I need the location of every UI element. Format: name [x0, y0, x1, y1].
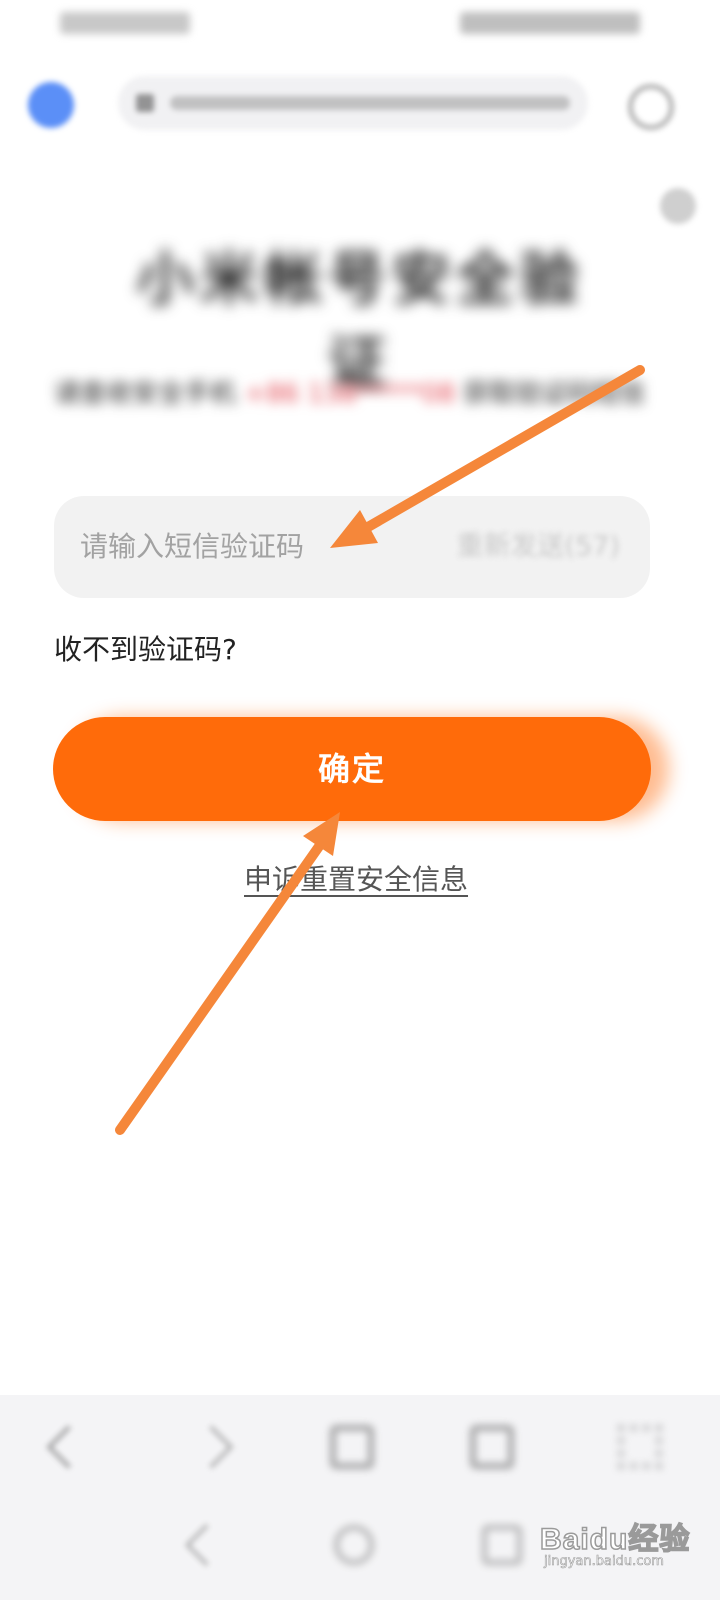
help-icon[interactable]	[660, 188, 696, 224]
resend-code-button[interactable]: 重新发送(57)	[457, 528, 620, 566]
verification-description: 请查收安全手机 +86 138*****08 获取验证码短信	[54, 368, 654, 420]
nav-home-icon[interactable]	[334, 1525, 374, 1565]
description-phone: +86 138*****08	[244, 379, 456, 409]
sms-code-input[interactable]: 请输入短信验证码 重新发送(57)	[54, 496, 650, 598]
menu-icon[interactable]	[618, 1425, 662, 1469]
back-icon[interactable]	[46, 1425, 90, 1469]
browser-logo-icon[interactable]	[28, 82, 74, 128]
home-icon[interactable]	[330, 1425, 374, 1469]
no-code-link[interactable]: 收不到验证码?	[54, 630, 237, 670]
watermark-logo: Baidu经验	[539, 1522, 691, 1557]
status-bar	[0, 0, 720, 50]
forward-icon[interactable]	[190, 1425, 234, 1469]
nav-recent-icon[interactable]	[482, 1525, 522, 1565]
confirm-button[interactable]: 确定	[53, 717, 651, 821]
nav-back-icon[interactable]	[184, 1523, 228, 1567]
url-field[interactable]	[118, 76, 588, 130]
appeal-reset-link[interactable]: 申诉重置安全信息	[244, 860, 468, 900]
carrier-status	[60, 12, 190, 34]
refresh-icon[interactable]	[628, 84, 674, 130]
page-title: 小米帐号安全验证	[135, 245, 584, 397]
watermark-url: jingyan.baidu.com	[544, 1554, 665, 1570]
system-status-icons	[460, 12, 640, 34]
lock-icon	[136, 94, 154, 112]
baidu-jingyan-watermark: Baidu经验 jingyan.baidu.com	[539, 1490, 710, 1590]
url-text	[170, 96, 570, 110]
browser-toolbar	[0, 1395, 720, 1495]
description-suffix: 获取验证码短信	[463, 379, 646, 409]
sms-code-placeholder: 请输入短信验证码	[80, 530, 305, 563]
description-prefix: 请查收安全手机	[54, 379, 237, 409]
tabs-icon[interactable]	[470, 1425, 514, 1469]
browser-address-bar	[0, 62, 720, 146]
